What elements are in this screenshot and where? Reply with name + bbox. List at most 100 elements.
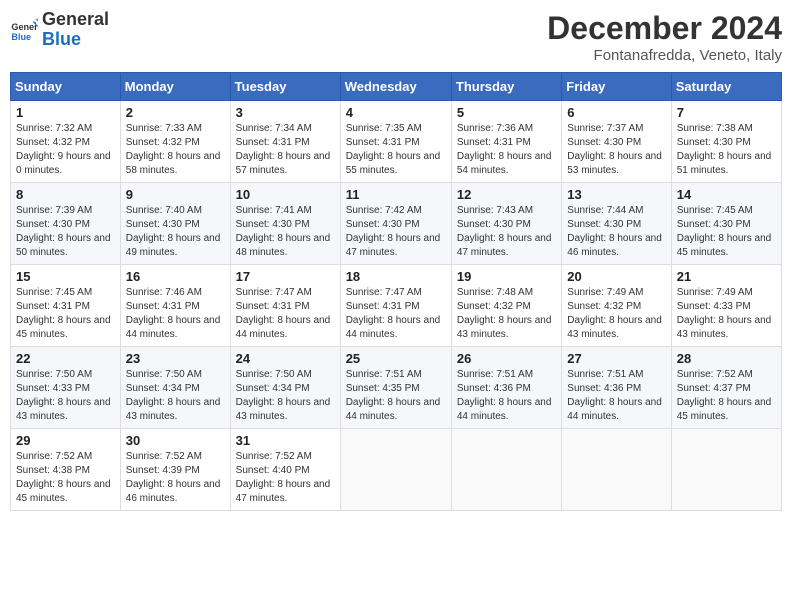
day-number: 23 xyxy=(126,351,225,366)
calendar-cell xyxy=(340,429,451,511)
logo-text: General Blue xyxy=(42,10,109,50)
day-info: Sunrise: 7:32 AMSunset: 4:32 PMDaylight:… xyxy=(16,122,115,178)
svg-text:Blue: Blue xyxy=(11,32,31,42)
calendar-cell: 3Sunrise: 7:34 AMSunset: 4:31 PMDaylight… xyxy=(230,101,340,183)
calendar-week-row: 22 Sunrise: 7:50 AMSunset: 4:33 PMDayligh… xyxy=(11,347,782,429)
calendar-cell xyxy=(562,429,671,511)
calendar-cell: 27 Sunrise: 7:51 AMSunset: 4:36 PMDayligh… xyxy=(562,347,671,429)
calendar-cell: 23Sunrise: 7:50 AMSunset: 4:34 PMDayligh… xyxy=(120,347,230,429)
calendar-week-row: 29Sunrise: 7:52 AMSunset: 4:38 PMDayligh… xyxy=(11,429,782,511)
weekday-header-wednesday: Wednesday xyxy=(340,73,451,101)
calendar-cell: 6 Sunrise: 7:37 AMSunset: 4:30 PMDaylight… xyxy=(562,101,671,183)
title-area: December 2024 Fontanafredda, Veneto, Ita… xyxy=(547,10,782,64)
calendar-cell: 11 Sunrise: 7:42 AMSunset: 4:30 PMDayligh… xyxy=(340,183,451,265)
day-info: Sunrise: 7:51 AMSunset: 4:36 PMDaylight:… xyxy=(567,368,665,424)
day-info: Sunrise: 7:47 AMSunset: 4:31 PMDaylight:… xyxy=(346,286,446,342)
page-header: General Blue General Blue December 2024 … xyxy=(10,10,782,64)
calendar-week-row: 15 Sunrise: 7:45 AMSunset: 4:31 PMDayligh… xyxy=(11,265,782,347)
location: Fontanafredda, Veneto, Italy xyxy=(547,47,782,64)
day-number: 3 xyxy=(236,105,335,120)
calendar-cell: 8 Sunrise: 7:39 AMSunset: 4:30 PMDaylight… xyxy=(11,183,121,265)
calendar-cell: 14 Sunrise: 7:45 AMSunset: 4:30 PMDayligh… xyxy=(671,183,781,265)
day-number: 25 xyxy=(346,351,446,366)
day-number: 12 xyxy=(457,187,556,202)
day-info: Sunrise: 7:49 AMSunset: 4:33 PMDaylight:… xyxy=(677,286,776,342)
calendar-cell: 10Sunrise: 7:41 AMSunset: 4:30 PMDayligh… xyxy=(230,183,340,265)
weekday-header-row: SundayMondayTuesdayWednesdayThursdayFrid… xyxy=(11,73,782,101)
day-number: 5 xyxy=(457,105,556,120)
day-number: 2 xyxy=(126,105,225,120)
calendar-cell: 12 Sunrise: 7:43 AMSunset: 4:30 PMDayligh… xyxy=(451,183,561,265)
day-info: Sunrise: 7:47 AMSunset: 4:31 PMDaylight:… xyxy=(236,286,335,342)
day-number: 13 xyxy=(567,187,665,202)
day-number: 14 xyxy=(677,187,776,202)
calendar-cell: 9 Sunrise: 7:40 AMSunset: 4:30 PMDaylight… xyxy=(120,183,230,265)
calendar-cell: 2 Sunrise: 7:33 AMSunset: 4:32 PMDaylight… xyxy=(120,101,230,183)
day-info: Sunrise: 7:38 AMSunset: 4:30 PMDaylight:… xyxy=(677,122,776,178)
day-info: Sunrise: 7:44 AMSunset: 4:30 PMDaylight:… xyxy=(567,204,665,260)
day-info: Sunrise: 7:52 AMSunset: 4:37 PMDaylight:… xyxy=(677,368,776,424)
calendar-cell: 17Sunrise: 7:47 AMSunset: 4:31 PMDayligh… xyxy=(230,265,340,347)
day-number: 8 xyxy=(16,187,115,202)
day-info: Sunrise: 7:51 AMSunset: 4:36 PMDaylight:… xyxy=(457,368,556,424)
day-number: 7 xyxy=(677,105,776,120)
day-info: Sunrise: 7:50 AMSunset: 4:34 PMDaylight:… xyxy=(236,368,335,424)
day-number: 9 xyxy=(126,187,225,202)
day-number: 11 xyxy=(346,187,446,202)
day-info: Sunrise: 7:52 AMSunset: 4:39 PMDaylight:… xyxy=(126,450,225,506)
weekday-header-tuesday: Tuesday xyxy=(230,73,340,101)
day-number: 29 xyxy=(16,433,115,448)
calendar-cell xyxy=(451,429,561,511)
day-number: 4 xyxy=(346,105,446,120)
day-number: 27 xyxy=(567,351,665,366)
calendar-cell: 19Sunrise: 7:48 AMSunset: 4:32 PMDayligh… xyxy=(451,265,561,347)
day-info: Sunrise: 7:37 AMSunset: 4:30 PMDaylight:… xyxy=(567,122,665,178)
calendar-cell: 29Sunrise: 7:52 AMSunset: 4:38 PMDayligh… xyxy=(11,429,121,511)
day-number: 1 xyxy=(16,105,115,120)
day-info: Sunrise: 7:46 AMSunset: 4:31 PMDaylight:… xyxy=(126,286,225,342)
day-info: Sunrise: 7:43 AMSunset: 4:30 PMDaylight:… xyxy=(457,204,556,260)
calendar-cell: 4Sunrise: 7:35 AMSunset: 4:31 PMDaylight… xyxy=(340,101,451,183)
day-number: 31 xyxy=(236,433,335,448)
day-number: 6 xyxy=(567,105,665,120)
calendar-week-row: 8 Sunrise: 7:39 AMSunset: 4:30 PMDaylight… xyxy=(11,183,782,265)
day-info: Sunrise: 7:49 AMSunset: 4:32 PMDaylight:… xyxy=(567,286,665,342)
calendar-cell: 22 Sunrise: 7:50 AMSunset: 4:33 PMDayligh… xyxy=(11,347,121,429)
day-info: Sunrise: 7:42 AMSunset: 4:30 PMDaylight:… xyxy=(346,204,446,260)
day-info: Sunrise: 7:39 AMSunset: 4:30 PMDaylight:… xyxy=(16,204,115,260)
weekday-header-monday: Monday xyxy=(120,73,230,101)
day-info: Sunrise: 7:45 AMSunset: 4:31 PMDaylight:… xyxy=(16,286,115,342)
day-number: 24 xyxy=(236,351,335,366)
calendar-cell: 13 Sunrise: 7:44 AMSunset: 4:30 PMDayligh… xyxy=(562,183,671,265)
calendar-cell: 20Sunrise: 7:49 AMSunset: 4:32 PMDayligh… xyxy=(562,265,671,347)
day-info: Sunrise: 7:51 AMSunset: 4:35 PMDaylight:… xyxy=(346,368,446,424)
weekday-header-sunday: Sunday xyxy=(11,73,121,101)
day-number: 21 xyxy=(677,269,776,284)
weekday-header-thursday: Thursday xyxy=(451,73,561,101)
day-number: 10 xyxy=(236,187,335,202)
calendar-cell: 16Sunrise: 7:46 AMSunset: 4:31 PMDayligh… xyxy=(120,265,230,347)
day-info: Sunrise: 7:45 AMSunset: 4:30 PMDaylight:… xyxy=(677,204,776,260)
day-number: 18 xyxy=(346,269,446,284)
calendar-cell: 7 Sunrise: 7:38 AMSunset: 4:30 PMDaylight… xyxy=(671,101,781,183)
logo-icon: General Blue xyxy=(10,16,38,44)
calendar-cell: 21 Sunrise: 7:49 AMSunset: 4:33 PMDayligh… xyxy=(671,265,781,347)
month-title: December 2024 xyxy=(547,10,782,47)
day-info: Sunrise: 7:33 AMSunset: 4:32 PMDaylight:… xyxy=(126,122,225,178)
calendar-cell: 24 Sunrise: 7:50 AMSunset: 4:34 PMDayligh… xyxy=(230,347,340,429)
day-info: Sunrise: 7:36 AMSunset: 4:31 PMDaylight:… xyxy=(457,122,556,178)
calendar-cell: 5 Sunrise: 7:36 AMSunset: 4:31 PMDaylight… xyxy=(451,101,561,183)
svg-text:General: General xyxy=(11,22,38,32)
day-info: Sunrise: 7:48 AMSunset: 4:32 PMDaylight:… xyxy=(457,286,556,342)
day-number: 26 xyxy=(457,351,556,366)
day-info: Sunrise: 7:50 AMSunset: 4:33 PMDaylight:… xyxy=(16,368,115,424)
weekday-header-saturday: Saturday xyxy=(671,73,781,101)
day-number: 22 xyxy=(16,351,115,366)
day-number: 15 xyxy=(16,269,115,284)
calendar-cell: 30Sunrise: 7:52 AMSunset: 4:39 PMDayligh… xyxy=(120,429,230,511)
day-info: Sunrise: 7:40 AMSunset: 4:30 PMDaylight:… xyxy=(126,204,225,260)
calendar-cell: 18 Sunrise: 7:47 AMSunset: 4:31 PMDayligh… xyxy=(340,265,451,347)
logo: General Blue General Blue xyxy=(10,10,109,50)
calendar-week-row: 1 Sunrise: 7:32 AMSunset: 4:32 PMDaylight… xyxy=(11,101,782,183)
day-info: Sunrise: 7:52 AMSunset: 4:40 PMDaylight:… xyxy=(236,450,335,506)
